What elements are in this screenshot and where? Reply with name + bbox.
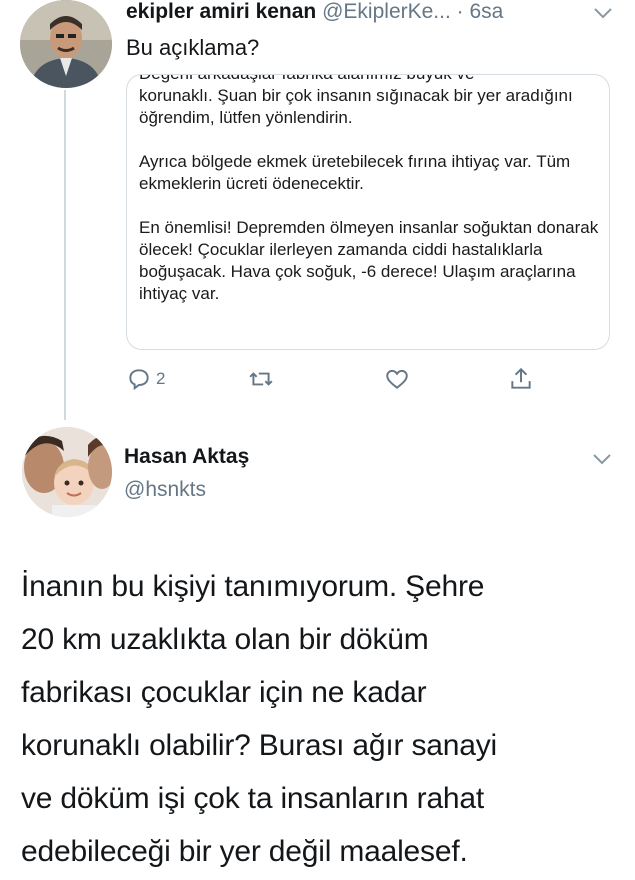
like-icon bbox=[386, 369, 408, 389]
avatar[interactable] bbox=[22, 427, 112, 517]
reply-icon bbox=[129, 369, 149, 391]
tweet-text: Bu açıklama? bbox=[126, 35, 260, 60]
share-icon bbox=[511, 367, 531, 389]
quote-paragraph-2: Ayrıca bölgede ekmek üretebilecek fırına… bbox=[139, 152, 571, 193]
reply-button[interactable]: 2 bbox=[126, 364, 165, 394]
display-name[interactable]: Hasan Aktaş bbox=[124, 445, 249, 469]
user-handle[interactable]: @EkiplerKe... bbox=[322, 0, 451, 23]
avatar-photo-icon bbox=[20, 0, 112, 88]
chevron-down-icon[interactable] bbox=[592, 6, 614, 20]
tweet-header: ekipler amiri kenan @EkiplerKe... · 6sa bbox=[126, 0, 503, 30]
user-handle[interactable]: @hsnkts bbox=[124, 478, 206, 502]
display-name[interactable]: ekipler amiri kenan bbox=[126, 0, 316, 23]
timestamp[interactable]: · 6sa bbox=[457, 0, 504, 23]
tweet-actions: 2 bbox=[126, 364, 546, 394]
avatar[interactable] bbox=[20, 0, 112, 88]
quote-paragraph-1: korunaklı. Şuan bir çok insanın sığınaca… bbox=[139, 86, 573, 127]
retweet-button[interactable] bbox=[248, 364, 274, 394]
reply-count: 2 bbox=[156, 369, 166, 388]
retweet-icon bbox=[249, 372, 273, 386]
like-button[interactable] bbox=[384, 364, 410, 394]
quoted-tweet[interactable]: Değerli arkadaşlar fabrika alanımız büyü… bbox=[126, 74, 610, 350]
tweet-text: İnanın bu kişiyi tanımıyorum. Şehre 20 k… bbox=[21, 570, 497, 868]
share-button[interactable] bbox=[508, 364, 534, 394]
chevron-down-icon[interactable] bbox=[591, 452, 613, 466]
thread-line bbox=[64, 90, 66, 420]
quote-paragraph-3: En önemlisi! Depremden ölmeyen insanlar … bbox=[139, 218, 599, 303]
quote-cut-line: Değerli arkadaşlar fabrika alanımız büyü… bbox=[139, 75, 599, 85]
avatar-photo-icon bbox=[22, 427, 112, 517]
